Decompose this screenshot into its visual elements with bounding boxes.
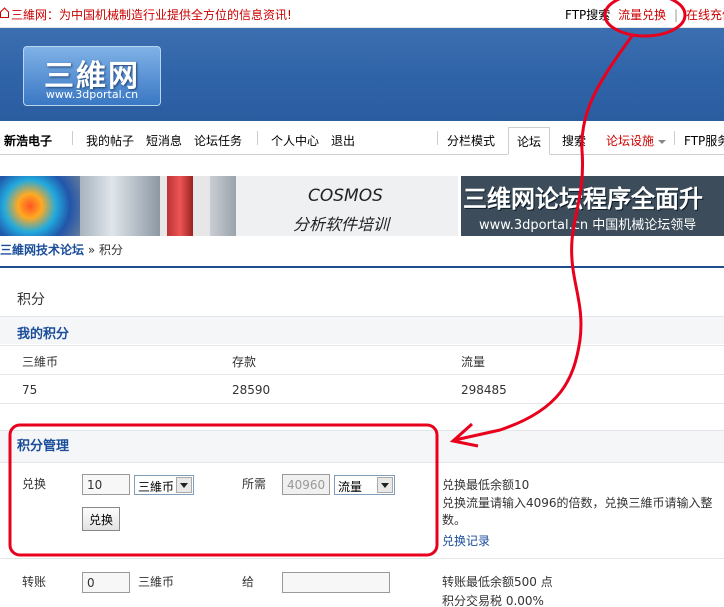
transfer-currency: 三維币 xyxy=(138,575,175,589)
transfer-min-balance: 转账最低余额500 点 xyxy=(442,575,553,589)
required-currency-value: 流量 xyxy=(338,480,363,494)
points-col-deposit: 存款 xyxy=(232,355,257,369)
points-management-header: 积分管理 xyxy=(0,430,724,462)
points-col-coin: 三維币 xyxy=(22,355,59,369)
breadcrumb: 三維网技术论坛 » 积分 xyxy=(0,241,123,258)
page-title: 积分 xyxy=(17,292,45,308)
divider xyxy=(0,403,724,404)
top-links: FTP搜索 流量兑换 | 在线充值 xyxy=(561,6,724,23)
exchange-currency-select[interactable]: 三維币 xyxy=(134,475,194,495)
site-logo[interactable]: 三維网 www.3dportal.cn xyxy=(23,46,161,106)
transfer-tax: 积分交易税 0.00% xyxy=(442,594,544,607)
required-currency-select[interactable]: 流量 xyxy=(334,475,395,495)
required-amount-input xyxy=(282,474,330,495)
nav-logout[interactable]: 退出 xyxy=(331,132,355,149)
ftp-search-link[interactable]: FTP搜索 xyxy=(565,8,610,22)
points-value-flow: 298485 xyxy=(461,383,507,397)
tab-forum[interactable]: 论坛 xyxy=(508,127,551,155)
nav-split-mode[interactable]: 分栏模式 xyxy=(447,132,495,149)
transfer-label: 转账 xyxy=(22,575,47,589)
cosmos-training-banner[interactable]: COSMOS 分析软件培训 xyxy=(0,176,458,236)
banner-image-part xyxy=(80,176,160,236)
nav-my-posts[interactable]: 我的帖子 xyxy=(86,132,134,149)
dropdown-arrow-icon xyxy=(176,477,192,493)
nav-forum-settings[interactable]: 论坛设施 xyxy=(606,132,667,149)
chevron-down-icon xyxy=(658,139,667,144)
banner-image-metal xyxy=(210,176,236,236)
nav-divider xyxy=(257,131,258,145)
top-bar: 三維网：为中国机械制造行业提供全方位的信息资讯! FTP搜索 流量兑换 | 在线充… xyxy=(0,0,724,28)
logo-url: www.3dportal.cn xyxy=(45,88,139,101)
points-value-coin: 75 xyxy=(22,383,38,397)
exchange-min-balance: 兑换最低余额10 xyxy=(442,478,530,492)
points-col-flow: 流量 xyxy=(461,355,486,369)
breadcrumb-current: 积分 xyxy=(99,243,124,257)
nav-divider xyxy=(437,131,438,145)
exchange-label: 兑换 xyxy=(22,477,47,491)
exchange-warning: 兑换流量请输入4096的倍数，兑换三維币请输入整数。 xyxy=(442,496,713,527)
breadcrumb-separator: » xyxy=(87,243,96,257)
nav-username[interactable]: 新浩电子 xyxy=(4,132,52,149)
nav-divider xyxy=(674,131,675,145)
banner-image-fea xyxy=(0,176,80,236)
link-separator: | xyxy=(673,8,678,22)
online-recharge-link[interactable]: 在线充值 xyxy=(686,8,724,22)
exchange-button[interactable]: 兑换 xyxy=(82,507,121,531)
forum-upgrade-banner[interactable]: 三维网论坛程序全面升 www.3dportal.cn 中国机械论坛领导 xyxy=(461,176,724,236)
divider xyxy=(0,345,724,346)
exchange-record-link[interactable]: 兑换记录 xyxy=(442,532,490,549)
points-management-heading: 积分管理 xyxy=(17,439,70,454)
required-label: 所需 xyxy=(242,477,267,491)
banner-cosmos-subtitle: 分析软件培训 xyxy=(293,215,390,234)
transfer-amount-input[interactable] xyxy=(82,572,130,593)
nav-ftp-service[interactable]: FTP服务 xyxy=(684,132,724,149)
main-nav: 新浩电子 我的帖子 短消息 论坛任务 个人中心 退出 分栏模式 论坛 搜索 论坛… xyxy=(0,121,724,155)
divider xyxy=(0,462,724,463)
exchange-currency-value: 三維币 xyxy=(138,480,175,494)
banner-cosmos-title: COSMOS xyxy=(308,186,383,206)
banner-upgrade-title: 三维网论坛程序全面升 xyxy=(463,185,703,213)
transfer-recipient-input[interactable] xyxy=(282,572,390,593)
banner-upgrade-subtitle: www.3dportal.cn 中国机械论坛领导 xyxy=(479,218,697,233)
banner-image-pole xyxy=(167,176,193,236)
nav-messages[interactable]: 短消息 xyxy=(146,132,182,149)
breadcrumb-root[interactable]: 三維网技术论坛 xyxy=(0,243,84,257)
divider xyxy=(0,266,724,268)
nav-tasks[interactable]: 论坛任务 xyxy=(194,132,242,149)
site-header: 三維网 www.3dportal.cn xyxy=(0,28,724,121)
flow-exchange-link[interactable]: 流量兑换 xyxy=(618,8,666,22)
my-points-header: 我的积分 xyxy=(0,316,724,344)
forum-settings-label: 论坛设施 xyxy=(606,134,655,148)
my-points-heading: 我的积分 xyxy=(17,327,70,342)
divider xyxy=(0,374,724,375)
points-value-deposit: 28590 xyxy=(232,383,271,397)
dropdown-arrow-icon xyxy=(377,477,393,493)
nav-divider xyxy=(72,131,73,145)
site-slogan: 三維网：为中国机械制造行业提供全方位的信息资讯! xyxy=(11,8,292,22)
nav-profile[interactable]: 个人中心 xyxy=(271,132,319,149)
transfer-to-label: 给 xyxy=(242,575,255,589)
nav-search[interactable]: 搜索 xyxy=(562,132,586,149)
exchange-amount-input[interactable] xyxy=(82,474,130,495)
divider xyxy=(0,558,724,559)
home-icon[interactable] xyxy=(0,7,9,18)
